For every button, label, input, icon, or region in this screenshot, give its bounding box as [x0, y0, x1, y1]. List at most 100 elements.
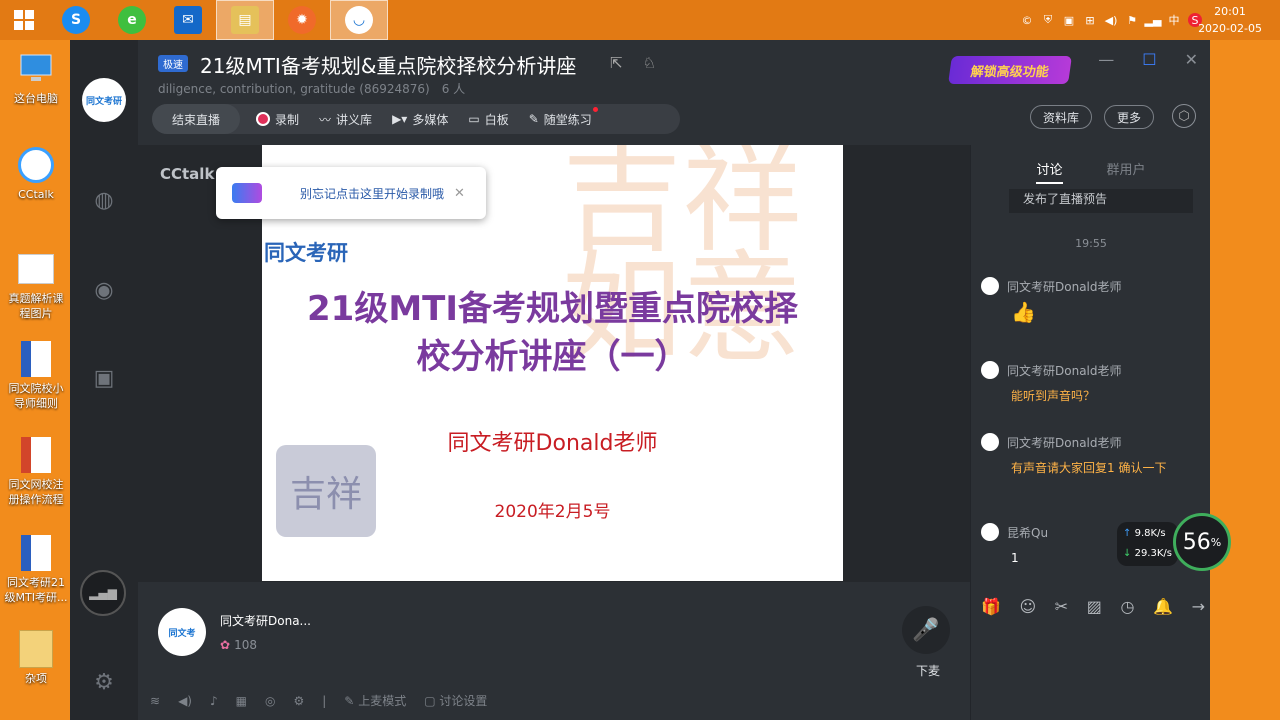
- message-text: 有声音请大家回复1 确认一下: [1011, 461, 1167, 475]
- whiteboard-button[interactable]: ▭ 白板: [458, 104, 518, 134]
- desktop-icon-label: 杂项: [25, 672, 47, 685]
- mic-button[interactable]: 🎤: [902, 606, 950, 654]
- wifi-icon[interactable]: ≋: [150, 694, 160, 708]
- microphone-small-icon[interactable]: ♪: [210, 694, 218, 708]
- share-icon[interactable]: ⇱: [610, 54, 623, 72]
- flower-icon: ✿: [220, 638, 231, 652]
- tray-volume-icon[interactable]: ◀): [1104, 13, 1118, 27]
- clock-icon[interactable]: ◷: [1121, 597, 1135, 616]
- avatar[interactable]: [981, 361, 999, 379]
- desktop-icon-mti-doc[interactable]: 同文考研21级MTI考研...: [4, 534, 68, 605]
- record-button[interactable]: 录制: [246, 104, 309, 134]
- sender-name: 同文考研Donald老师: [1007, 435, 1122, 450]
- tray-network-icon[interactable]: ⊞: [1083, 13, 1097, 27]
- record-reminder-tooltip: 别忘记点击这里开始录制哦 ✕: [216, 167, 486, 219]
- tab-group-users[interactable]: 群用户: [1107, 159, 1146, 184]
- slide-brand: 同文考研: [264, 241, 348, 265]
- desktop-icon-mentor-doc[interactable]: 同文院校小导师细则: [4, 340, 68, 411]
- windows-start-icon[interactable]: [0, 0, 48, 40]
- room-motto: diligence, contribution, gratitude (8692…: [158, 82, 430, 96]
- sender-name: 昆希Qu: [1007, 525, 1049, 540]
- handout-icon: 〰: [319, 112, 332, 127]
- system-tray: © ⛨ ▣ ⊞ ◀) ⚑ ▂▄ 中 S: [1020, 0, 1202, 40]
- taskbar-browser-icon[interactable]: e: [104, 0, 160, 40]
- gift-icon[interactable]: 🎁: [981, 597, 1001, 616]
- desktop-icon-exam-images[interactable]: 真题解析课程图片: [4, 250, 68, 321]
- beauty-icon[interactable]: ◎: [265, 694, 275, 708]
- image-icon[interactable]: ▨: [1087, 597, 1102, 616]
- tray-language[interactable]: 中: [1167, 13, 1181, 27]
- settings-small-icon[interactable]: ⚙: [293, 694, 304, 708]
- taskbar-mail-icon[interactable]: ✉: [160, 0, 216, 40]
- live-toolbar: 结束直播 录制 〰讲义库 ▶▾ 多媒体 ▭ 白板 ✎ 随堂练习: [152, 104, 680, 134]
- taskbar-cctalk-icon[interactable]: ◡: [330, 0, 388, 40]
- desktop-icon-this-pc[interactable]: 这台电脑: [4, 50, 68, 106]
- arrow-right-icon[interactable]: →: [1192, 597, 1205, 616]
- host-bar: 同文考 同文考研Dona... ✿ 108 🎤 下麦 ≋ ◀) ♪ ▦ ◎ ⚙ |…: [138, 582, 970, 720]
- desktop-icon-label: 同文网校注册操作流程: [8, 478, 64, 506]
- desktop-icon-misc-folder[interactable]: 杂项: [4, 630, 68, 686]
- calendar-icon[interactable]: ▣: [84, 358, 124, 398]
- live-notice[interactable]: 发布了直播预告: [1009, 189, 1193, 213]
- desktop-icon-label: 这台电脑: [14, 92, 58, 105]
- handout-button[interactable]: 〰讲义库: [309, 104, 382, 134]
- close-icon[interactable]: ✕: [1185, 50, 1198, 69]
- download-arrow-icon: ↓: [1123, 548, 1132, 559]
- chat-bubble-icon[interactable]: ◉: [84, 270, 124, 310]
- flower-count: ✿ 108: [220, 638, 257, 652]
- taskbar-clock[interactable]: 20:01 2020-02-05: [1198, 3, 1262, 37]
- tray-app-icon[interactable]: ▣: [1062, 13, 1076, 27]
- taskbar-sogou-icon[interactable]: S: [48, 0, 104, 40]
- member-icon[interactable]: ♘: [643, 54, 656, 72]
- desktop-icon-cctalk[interactable]: CCtalk: [4, 146, 68, 202]
- folder-icon: [18, 630, 54, 668]
- slide-title: 21级MTI备考规划暨重点院校择 校分析讲座（一）: [262, 285, 843, 381]
- unlock-premium-button[interactable]: 解锁高级功能: [948, 56, 1072, 84]
- computer-icon: [18, 50, 54, 88]
- close-icon[interactable]: ✕: [454, 186, 465, 201]
- tab-discussion[interactable]: 讨论: [1036, 159, 1063, 184]
- cctalk-watermark: CCtalk: [160, 165, 215, 183]
- maximize-icon[interactable]: ☐: [1142, 50, 1156, 69]
- chat-panel: 讨论 群用户 发布了直播预告 19:55 同文考研Donald老师 👍 同文考研…: [970, 145, 1231, 720]
- tray-c-icon[interactable]: ©: [1020, 13, 1034, 27]
- hex-settings-icon[interactable]: ⬡: [1172, 104, 1196, 128]
- host-avatar[interactable]: 同文考: [158, 608, 206, 656]
- end-live-button[interactable]: 结束直播: [152, 104, 241, 134]
- chat-settings-button[interactable]: ▢ 讨论设置: [424, 692, 487, 709]
- sender-name: 同文考研Donald老师: [1007, 279, 1122, 294]
- taskbar-fire-icon[interactable]: ✹: [274, 0, 330, 40]
- avatar[interactable]: [981, 523, 999, 541]
- bell-icon[interactable]: 🔔: [1153, 597, 1173, 616]
- materials-button[interactable]: 资料库: [1030, 105, 1093, 129]
- chat-tools: 🎁 ☺ ✂ ▨ ◷ 🔔 →: [981, 597, 1205, 616]
- taskbar-explorer-icon[interactable]: ▤: [216, 0, 274, 40]
- channel-avatar[interactable]: 同文考研: [82, 78, 126, 122]
- multimedia-button[interactable]: ▶▾ 多媒体: [382, 104, 458, 134]
- mic-mode-button[interactable]: ✎ 上麦模式: [344, 692, 406, 709]
- more-button[interactable]: 更多: [1104, 105, 1155, 129]
- minimize-icon[interactable]: —: [1098, 50, 1114, 69]
- emoji-icon[interactable]: ☺: [1020, 597, 1037, 616]
- tray-shield-icon[interactable]: ⛨: [1041, 13, 1055, 27]
- desktop-icon-register-ppt[interactable]: 同文网校注册操作流程: [4, 436, 68, 507]
- scissors-icon[interactable]: ✂: [1055, 597, 1068, 616]
- network-speed-widget[interactable]: ↑ 9.8K/s ↓ 29.3K/s 56%: [1117, 513, 1231, 571]
- member-count: 6 人: [441, 82, 466, 96]
- room-subtitle: diligence, contribution, gratitude (8692…: [158, 80, 465, 97]
- planet-icon[interactable]: ◍: [84, 180, 124, 220]
- avatar[interactable]: [981, 433, 999, 451]
- exercise-button[interactable]: ✎ 随堂练习: [519, 104, 612, 134]
- tooltip-text: 别忘记点击这里开始录制哦: [300, 186, 445, 201]
- tray-signal-icon[interactable]: ▂▄: [1145, 13, 1162, 27]
- live-stage: CCtalk 吉祥如意 同文考研 21级MTI备考规划暨重点院校择 校分析讲座（…: [138, 145, 970, 582]
- settings-gear-icon[interactable]: ⚙: [84, 662, 124, 702]
- avatar[interactable]: [981, 277, 999, 295]
- notification-dot: [592, 106, 598, 112]
- mic-mode-label: 上麦模式: [358, 694, 407, 708]
- camera-small-icon[interactable]: ▦: [236, 694, 247, 708]
- audio-level-button[interactable]: ▂▄▆: [80, 570, 126, 616]
- speaker-icon[interactable]: ◀): [178, 694, 192, 708]
- tray-flag-icon[interactable]: ⚑: [1125, 13, 1139, 27]
- multimedia-label: 多媒体: [412, 112, 449, 127]
